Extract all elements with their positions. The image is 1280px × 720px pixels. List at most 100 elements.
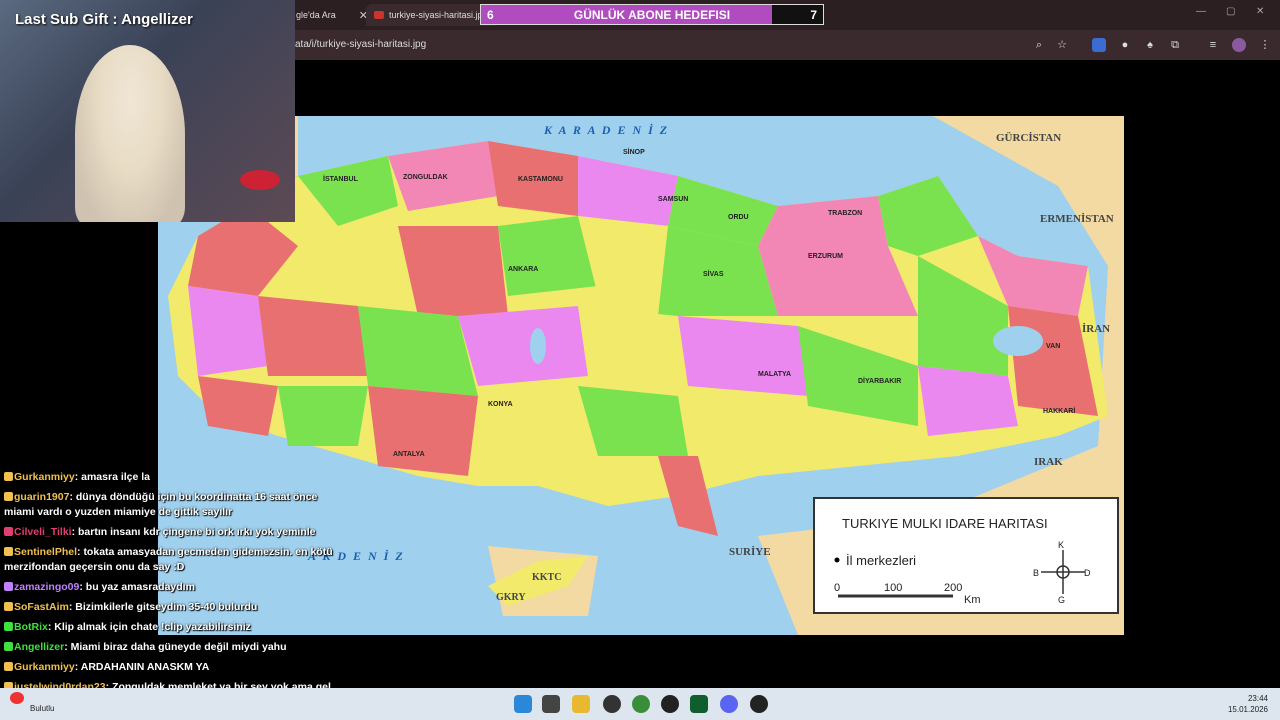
country-label: GKRY xyxy=(496,592,526,603)
chat-badge-icon xyxy=(4,547,13,556)
scale-tick: 100 xyxy=(884,582,903,594)
legend-item: İl merkezleri xyxy=(846,553,917,568)
compass-south: G xyxy=(1058,595,1066,605)
obs-icon[interactable] xyxy=(603,695,621,713)
chat-badge-icon xyxy=(4,472,13,481)
chat-username[interactable]: zamazingo09 xyxy=(14,581,79,593)
chat-badge-icon xyxy=(4,622,13,631)
province-label: ERZURUM xyxy=(808,253,843,260)
chat-message: BotRix: Klip almak için chate !clip yaza… xyxy=(4,620,334,635)
legend-title: TURKIYE MULKI IDARE HARITASI xyxy=(842,516,1048,531)
chat-text: Klip almak için chate !clip yazabilirsin… xyxy=(54,621,251,633)
country-label: SURİYE xyxy=(729,546,771,558)
chat-message: Gurkanmiyy: amasra ilçe la xyxy=(4,470,334,485)
chat-username[interactable]: BotRix xyxy=(14,621,48,633)
chat-text: Bizimkilerle gitseydim 35-40 bulurdu xyxy=(75,601,258,613)
discord-icon[interactable] xyxy=(720,695,738,713)
minimize-icon[interactable]: — xyxy=(1196,6,1206,17)
media-icon[interactable]: ≡ xyxy=(1206,38,1220,52)
black-sea-label: K A R A D E N İ Z xyxy=(544,123,670,137)
date: 15.01.2026 xyxy=(1227,705,1268,714)
tab-active-image[interactable]: turkiye-siyasi-haritasi.jpg xyxy=(366,4,496,26)
app-icon[interactable] xyxy=(690,695,708,713)
province-label: ZONGULDAK xyxy=(403,174,448,181)
goal-target: 7 xyxy=(810,8,817,22)
task-view-icon[interactable] xyxy=(542,695,560,713)
province-label: İSTANBUL xyxy=(323,176,358,183)
goal-title: GÜNLÜK ABONE HEDEFISI xyxy=(573,8,731,22)
compass-east: D xyxy=(1084,568,1091,578)
weather-icon[interactable] xyxy=(10,692,24,704)
chat-message: SentinelPhel: tokata amasyadan gecmeden … xyxy=(4,545,334,575)
chat-text: bartın insanı kdr çingene bi ork ırkı yo… xyxy=(78,526,316,538)
chat-message: SoFastAim: Bizimkilerle gitseydim 35-40 … xyxy=(4,600,334,615)
chat-text: ARDAHANIN ANASKM YA xyxy=(80,661,210,673)
file-explorer-icon[interactable] xyxy=(572,695,590,713)
chat-username[interactable]: SoFastAim xyxy=(14,601,69,613)
chat-text: amasra ilçe la xyxy=(81,471,151,483)
province-label: ANTALYA xyxy=(393,451,425,458)
chat-text: Miami biraz daha güneyde değil miydi yah… xyxy=(70,641,287,653)
chat-username[interactable]: SentinelPhel xyxy=(14,546,77,558)
country-label: KKTC xyxy=(532,572,562,583)
country-label: GÜRCİSTAN xyxy=(996,132,1062,144)
windows-taskbar: Bulutlu 23:44 15.01.2026 xyxy=(0,688,1280,720)
chat-username[interactable]: guarin1907 xyxy=(14,491,69,503)
chat-message: Angellizer: Miami biraz daha güneyde değ… xyxy=(4,640,334,655)
chat-username[interactable]: Angellizer xyxy=(14,641,64,653)
subscriber-goal-bar: 6 GÜNLÜK ABONE HEDEFISI 7 xyxy=(480,4,824,25)
tab-label: gle'da Ara xyxy=(296,10,336,20)
chat-username[interactable]: Cilveli_Tilki xyxy=(14,526,72,538)
compass-west: B xyxy=(1033,568,1040,578)
chat-overlay: Gurkanmiyy: amasra ilçe la guarin1907: dü… xyxy=(4,470,334,715)
chat-badge-icon xyxy=(4,492,13,501)
province-label: ORDU xyxy=(728,214,749,221)
province-label: TRABZON xyxy=(828,210,863,217)
chat-badge-icon xyxy=(4,602,13,611)
province-label: ANKARA xyxy=(508,266,539,273)
chat-badge-icon xyxy=(4,527,13,536)
time: 23:44 xyxy=(1247,694,1268,703)
flag-icon xyxy=(374,11,384,19)
chat-text: bu yaz amasradaydım xyxy=(85,581,195,593)
scale-unit: Km xyxy=(964,594,981,606)
chat-message: zamazingo09: bu yaz amasradaydım xyxy=(4,580,334,595)
province-label: VAN xyxy=(1046,343,1061,350)
province-label: SİNOP xyxy=(623,149,645,156)
province-label: KONYA xyxy=(488,401,513,408)
chat-badge-icon xyxy=(4,642,13,651)
province-label: SAMSUN xyxy=(658,196,689,203)
webcam-overlay: Last Sub Gift : Angellizer xyxy=(0,0,295,222)
scale-tick: 200 xyxy=(944,582,963,594)
tab-search[interactable]: gle'da Ara ✕ xyxy=(288,4,376,26)
app-icon[interactable] xyxy=(661,695,679,713)
clock[interactable]: 23:44 15.01.2026 xyxy=(1228,693,1268,715)
bookmark-star-icon[interactable]: ☆ xyxy=(1055,38,1069,52)
chat-username[interactable]: Gurkanmiyy xyxy=(14,661,75,673)
extension-icon[interactable]: ♠ xyxy=(1143,38,1157,52)
url-field[interactable]: ata/i/turkiye-siyasi-haritasi.jpg xyxy=(295,39,426,50)
country-label: IRAK xyxy=(1034,456,1063,468)
start-windows-icon[interactable] xyxy=(514,695,532,713)
maximize-icon[interactable]: ▢ xyxy=(1226,6,1235,17)
extension-icon[interactable]: ● xyxy=(1118,38,1132,52)
country-label: ERMENİSTAN xyxy=(1040,213,1114,225)
profile-avatar-icon[interactable] xyxy=(1232,38,1246,52)
province-label: DİYARBAKIR xyxy=(858,378,902,385)
app-icon[interactable] xyxy=(750,695,768,713)
close-window-icon[interactable]: ✕ xyxy=(1256,6,1264,17)
province-label: HAKKARİ xyxy=(1043,408,1076,415)
streamer-figure xyxy=(75,45,185,222)
chrome-icon[interactable] xyxy=(632,695,650,713)
compass-north: K xyxy=(1058,540,1065,550)
background-object xyxy=(240,170,280,190)
chat-username[interactable]: Gurkanmiyy xyxy=(14,471,75,483)
zoom-icon[interactable]: ⌕ xyxy=(1032,38,1046,52)
province-label: MALATYA xyxy=(758,371,792,378)
chat-badge-icon xyxy=(4,582,13,591)
chat-badge-icon xyxy=(4,662,13,671)
province-label: KASTAMONU xyxy=(518,176,563,183)
extensions-puzzle-icon[interactable]: ⧉ xyxy=(1168,38,1182,52)
menu-dots-icon[interactable]: ⋮ xyxy=(1258,38,1272,52)
translate-extension-icon[interactable] xyxy=(1092,38,1106,52)
